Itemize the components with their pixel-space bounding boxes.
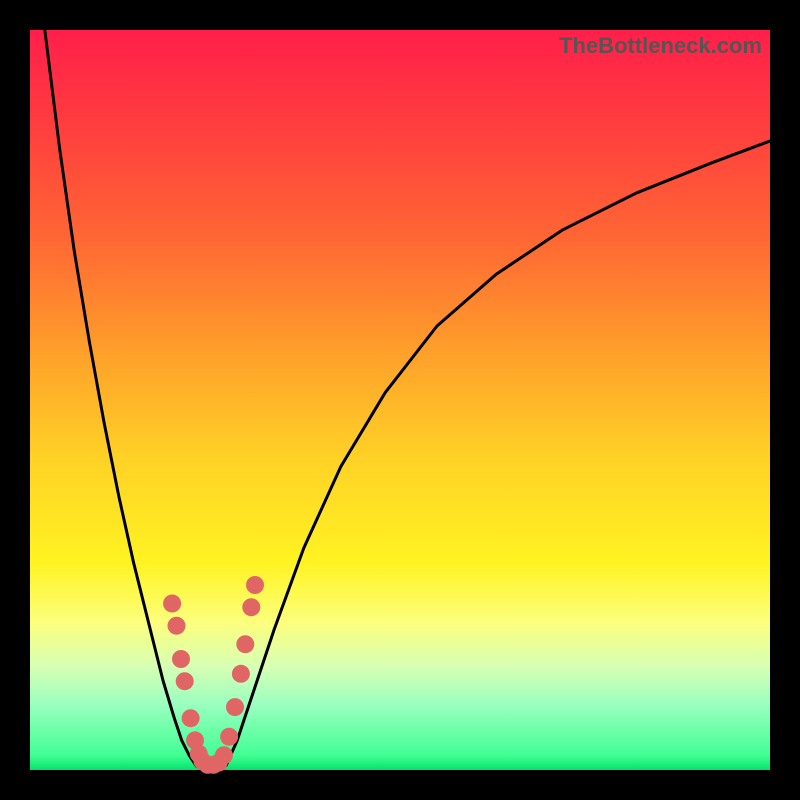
marker-dot bbox=[232, 665, 250, 683]
marker-dot bbox=[220, 728, 238, 746]
outer-frame: TheBottleneck.com bbox=[0, 0, 800, 800]
marker-dots bbox=[163, 576, 264, 774]
curve-path bbox=[45, 30, 770, 769]
marker-dot bbox=[163, 595, 181, 613]
marker-dot bbox=[246, 576, 264, 594]
marker-dot bbox=[215, 746, 233, 764]
marker-dot bbox=[168, 617, 186, 635]
marker-dot bbox=[172, 650, 190, 668]
plot-area: TheBottleneck.com bbox=[30, 30, 770, 770]
marker-dot bbox=[176, 672, 194, 690]
marker-dot bbox=[236, 635, 254, 653]
marker-dot bbox=[242, 598, 260, 616]
marker-dot bbox=[182, 709, 200, 727]
marker-dot bbox=[226, 698, 244, 716]
bottleneck-curve bbox=[45, 30, 770, 769]
chart-svg bbox=[30, 30, 770, 770]
